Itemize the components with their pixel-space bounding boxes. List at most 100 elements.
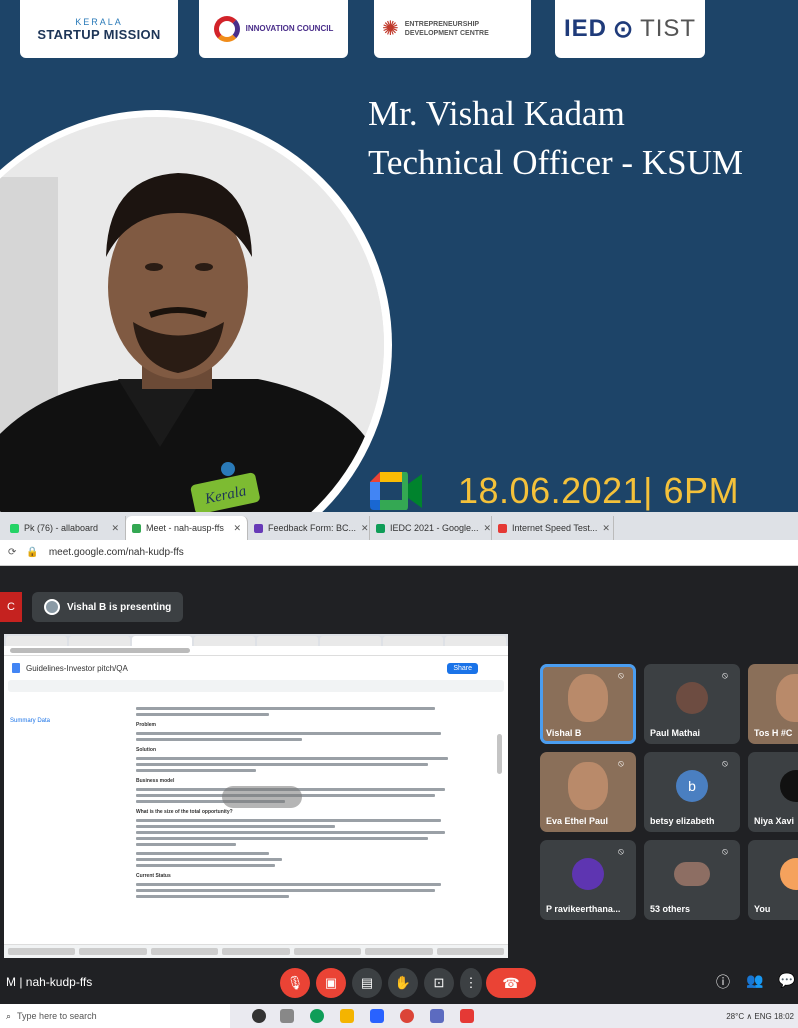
participant-name: 53 others bbox=[650, 904, 691, 914]
participant-tile[interactable]: ⦸ Eva Ethel Paul bbox=[540, 752, 636, 832]
participant-avatar bbox=[572, 857, 604, 890]
lock-icon: 🔒 bbox=[26, 547, 39, 558]
browser-tab[interactable]: Pk (76) - allaboard ✕ bbox=[4, 516, 126, 540]
speaker-photo: Kerala bbox=[0, 117, 384, 512]
browser-tab[interactable]: Meet - nah-ausp-ffs ✕ bbox=[126, 516, 248, 540]
participant-video bbox=[776, 673, 798, 722]
info-icon[interactable]: ⓘ bbox=[716, 972, 730, 992]
participant-tile[interactable]: ⦸ Vishal B bbox=[540, 664, 636, 744]
system-tray[interactable]: 28°C ∧ ENG 18:02 bbox=[726, 1004, 794, 1028]
doc-section-heading: Problem bbox=[136, 722, 157, 728]
share-button: Share bbox=[447, 662, 478, 674]
participant-tile[interactable]: ⦸Niya Xavi bbox=[748, 752, 798, 832]
doc-scrollbar bbox=[497, 734, 502, 774]
present-button[interactable]: ⊡ bbox=[424, 968, 454, 998]
search-placeholder: Type here to search bbox=[17, 1011, 97, 1021]
close-tab-icon[interactable]: ✕ bbox=[602, 523, 610, 534]
participant-tile[interactable]: ⦸ P ravikeerthana... bbox=[540, 840, 636, 920]
edge-icon[interactable] bbox=[310, 1009, 324, 1023]
task-view-icon[interactable] bbox=[280, 1009, 294, 1023]
store-icon[interactable] bbox=[370, 1009, 384, 1023]
tab-favicon bbox=[10, 523, 19, 533]
close-tab-icon[interactable]: ✕ bbox=[233, 523, 241, 534]
doc-toolbar bbox=[8, 680, 504, 692]
participant-tile[interactable]: ⦸ Paul Mathai bbox=[644, 664, 740, 744]
browser-tab[interactable]: Feedback Form: BC... ✕ bbox=[248, 516, 370, 540]
camera-off-button[interactable]: ▣ bbox=[316, 968, 346, 998]
tab-label: IEDC 2021 - Google... bbox=[390, 523, 479, 533]
participant-video bbox=[568, 761, 608, 810]
meet-controls-bar: M | nah-kudp-ffs 🎙 ▣ ▤ ✋ ⊡ ⋮ ☎ ⓘ 👥 💬 bbox=[0, 960, 798, 1004]
event-poster: KERALA STARTUP MISSION INNOVATION COUNCI… bbox=[0, 0, 798, 512]
tab-label: Internet Speed Test... bbox=[512, 523, 598, 533]
shared-address-bar bbox=[4, 646, 508, 656]
mic-muted-icon: ⦸ bbox=[722, 846, 728, 856]
more-options-button[interactable]: ⋮ bbox=[460, 968, 482, 998]
presenting-label: Vishal B is presenting bbox=[67, 601, 172, 613]
doc-section-heading: Solution bbox=[136, 747, 156, 753]
presenting-indicator[interactable]: Vishal B is presenting bbox=[32, 592, 184, 622]
teams-icon[interactable] bbox=[430, 1009, 444, 1023]
mic-off-icon: 🎙 bbox=[286, 975, 304, 990]
close-tab-icon[interactable]: ✕ bbox=[361, 523, 369, 534]
file-explorer-icon[interactable] bbox=[340, 1009, 354, 1023]
participant-name: Niya Xavi bbox=[754, 816, 795, 826]
browser-tab[interactable]: Internet Speed Test... ✕ bbox=[492, 516, 614, 540]
tab-favicon bbox=[254, 523, 263, 533]
meet-header: C Vishal B is presenting bbox=[0, 592, 798, 622]
tab-favicon bbox=[498, 523, 507, 533]
edc-mark-icon: ✺ bbox=[382, 18, 399, 40]
shared-screen[interactable]: Guidelines-Investor pitch/QA Share Summa… bbox=[4, 634, 508, 958]
mic-off-button[interactable]: 🎙 bbox=[280, 968, 310, 998]
participant-name: Eva Ethel Paul bbox=[546, 816, 609, 826]
captions-button[interactable]: ▤ bbox=[352, 968, 382, 998]
participant-video bbox=[568, 673, 608, 722]
participant-initial-avatar: b bbox=[676, 769, 708, 802]
participant-tile[interactable]: ⦸Tos H #C bbox=[748, 664, 798, 744]
participant-name: P ravikeerthana... bbox=[546, 904, 621, 914]
end-call-button[interactable]: ☎ bbox=[486, 968, 536, 998]
tab-label: Meet - nah-ausp-ffs bbox=[146, 523, 224, 533]
account-chip[interactable]: C bbox=[0, 592, 22, 622]
close-tab-icon[interactable]: ✕ bbox=[111, 523, 119, 534]
presenter-avatar bbox=[44, 599, 60, 615]
event-date: 18.06.2021| 6PM bbox=[458, 470, 740, 511]
iedc-logo: IED ⊙ TIST bbox=[555, 0, 705, 58]
present-icon: ⊡ bbox=[433, 975, 445, 990]
people-icon[interactable]: 👥 bbox=[746, 972, 763, 989]
doc-title: Guidelines-Investor pitch/QA bbox=[26, 663, 128, 673]
participant-tile[interactable]: ⦸ 53 others bbox=[644, 840, 740, 920]
speaker-role: Technical Officer - KSUM bbox=[368, 143, 743, 182]
raise-hand-button[interactable]: ✋ bbox=[388, 968, 418, 998]
edc-logo: ✺ ENTREPRENEURSHIP DEVELOPMENT CENTRE bbox=[374, 0, 531, 58]
windows-search[interactable]: ⌕ Type here to search bbox=[0, 1004, 230, 1028]
mic-muted-icon: ⦸ bbox=[722, 758, 728, 768]
close-tab-icon[interactable]: ✕ bbox=[484, 523, 491, 534]
mic-muted-icon: ⦸ bbox=[618, 758, 624, 768]
participant-tile[interactable]: ⦸You bbox=[748, 840, 798, 920]
tab-favicon bbox=[132, 523, 141, 533]
windows-taskbar: ⌕ Type here to search 28°C ∧ ENG 18:02 bbox=[0, 1004, 798, 1028]
chat-icon[interactable]: 💬 bbox=[778, 972, 795, 989]
participant-name: Tos H #C bbox=[754, 728, 793, 738]
search-icon: ⌕ bbox=[6, 1010, 12, 1021]
address-bar[interactable]: ⟳ 🔒 meet.google.com/nah-kudp-ffs bbox=[0, 540, 798, 566]
cortana-icon[interactable] bbox=[252, 1009, 266, 1023]
url-text[interactable]: meet.google.com/nah-kudp-ffs bbox=[49, 547, 184, 558]
pointer-highlight bbox=[222, 786, 302, 808]
browser-tab[interactable]: IEDC 2021 - Google... ✕ bbox=[370, 516, 492, 540]
mic-muted-icon: ⦸ bbox=[618, 846, 624, 856]
group-avatars bbox=[674, 861, 710, 886]
participant-avatar bbox=[780, 769, 798, 802]
docs-icon bbox=[12, 663, 20, 673]
ksum-logo: KERALA STARTUP MISSION bbox=[20, 0, 178, 58]
participant-tile[interactable]: b ⦸ betsy elizabeth bbox=[644, 752, 740, 832]
meet-screenshot: Pk (76) - allaboard ✕ Meet - nah-ausp-ffs ✕… bbox=[0, 512, 798, 1028]
app-icon[interactable] bbox=[460, 1009, 474, 1023]
participant-name: Vishal B bbox=[546, 728, 582, 738]
chrome-icon[interactable] bbox=[400, 1009, 414, 1023]
doc-outline: Summary Data bbox=[10, 718, 51, 724]
doc-section-heading: Current Status bbox=[136, 873, 171, 879]
reload-icon[interactable]: ⟳ bbox=[8, 547, 16, 558]
doc-page: Problem Solution Business model What is … bbox=[124, 700, 480, 940]
